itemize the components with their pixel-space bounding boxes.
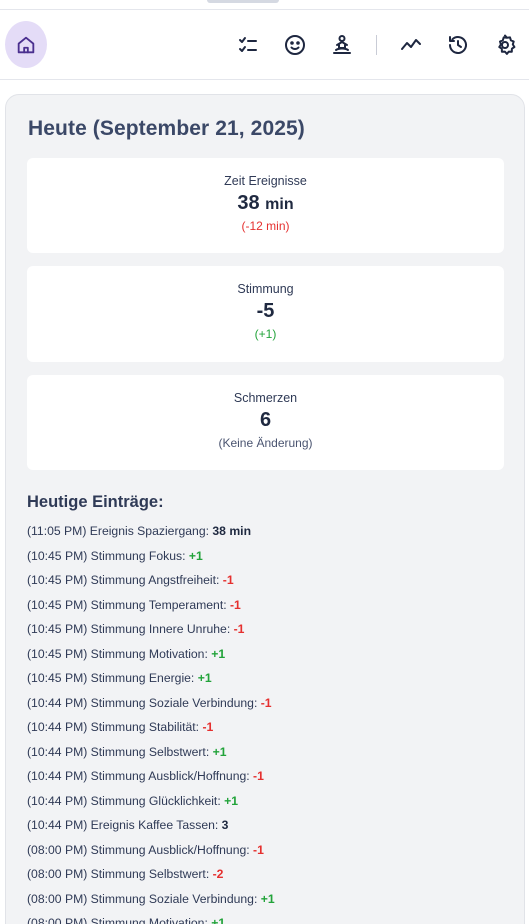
entry-text: (11:05 PM) Ereignis Spaziergang: [27, 524, 210, 538]
list-item: (10:45 PM) Stimmung Fokus: +1 [27, 548, 497, 573]
entry-text: (08:00 PM) Stimmung Motivation: [27, 916, 208, 924]
today-panel: Heute (September 21, 2025) Zeit Ereignis… [5, 94, 525, 924]
entry-value: 3 [221, 818, 229, 832]
list-item: (10:44 PM) Ereignis Kaffee Tassen: 3 [27, 817, 497, 842]
list-item: (08:00 PM) Stimmung Selbstwert: -2 [27, 866, 497, 891]
entry-value: -1 [233, 622, 245, 636]
smiley-icon [285, 35, 305, 55]
history-icon [449, 36, 467, 54]
card-value: 6 [259, 409, 272, 431]
entries-title: Heutige Einträge: [27, 493, 164, 511]
entry-value: -1 [260, 695, 272, 710]
entry-value: +1 [197, 671, 212, 685]
page-title: Heute (September 21, 2025) [28, 117, 305, 140]
entry-text: (08:00 PM) Stimmung Soziale Verbindung: [27, 891, 258, 906]
checklist-button[interactable] [233, 30, 263, 60]
list-item: (10:44 PM) Stimmung Selbstwert: +1 [27, 744, 497, 769]
list-item: (10:44 PM) Stimmung Soziale Verbindung: … [27, 695, 497, 720]
list-item: (10:45 PM) Stimmung Energie: +1 [27, 670, 497, 695]
list-item: (08:00 PM) Stimmung Ausblick/Hoffnung: -… [27, 842, 497, 867]
entry-value: +1 [188, 548, 203, 563]
list-item: (08:00 PM) Stimmung Motivation: +1 [27, 915, 497, 924]
events-value: 38 [237, 192, 260, 214]
entries-list: (11:05 PM) Ereignis Spaziergang: 38 min(… [27, 523, 497, 924]
card-label: Zeit Ereignisse [224, 174, 307, 188]
entry-value: -1 [222, 573, 234, 587]
entry-value: -1 [253, 769, 264, 783]
list-item: (10:45 PM) Stimmung Angstfreiheit: -1 [27, 572, 497, 597]
meditation-button[interactable] [327, 30, 357, 60]
entry-text: (10:45 PM) Stimmung Motivation: [27, 646, 208, 661]
toolbar-separator [376, 35, 377, 55]
list-item: (10:45 PM) Stimmung Temperament: -1 [27, 597, 497, 622]
entry-text: (08:00 PM) Stimmung Selbstwert: [27, 867, 210, 881]
gear-icon [498, 34, 516, 55]
entry-value: -1 [229, 597, 241, 612]
entry-value: +1 [260, 891, 275, 906]
entry-value: +1 [212, 744, 227, 759]
trend-button[interactable] [396, 30, 426, 60]
mood-button[interactable] [280, 30, 310, 60]
settings-button[interactable] [490, 30, 520, 60]
mood-card: Stimmung -5 (+1) [27, 266, 504, 362]
card-delta: (-12 min) [241, 219, 290, 233]
meditation-icon [333, 35, 351, 54]
events-unit: min [265, 196, 294, 213]
list-item: (10:45 PM) Stimmung Motivation: +1 [27, 646, 497, 671]
entry-text: (10:44 PM) Ereignis Kaffee Tassen: [27, 818, 219, 832]
entry-value: +1 [211, 916, 226, 924]
trend-icon [401, 39, 421, 50]
top-tab-strip [0, 0, 529, 10]
home-button[interactable] [5, 21, 47, 68]
entry-text: (08:00 PM) Stimmung Ausblick/Hoffnung: [27, 842, 250, 857]
entry-value: +1 [211, 646, 226, 661]
card-value: -5 [256, 300, 275, 322]
home-icon [17, 36, 35, 53]
list-item: (10:44 PM) Stimmung Ausblick/Hoffnung: -… [27, 768, 497, 793]
list-item: (08:00 PM) Stimmung Soziale Verbindung: … [27, 891, 497, 916]
card-delta: (+1) [254, 327, 277, 341]
entry-value: +1 [224, 793, 239, 808]
entry-text: (10:44 PM) Stimmung Glücklichkeit: [27, 793, 221, 808]
entry-text: (10:44 PM) Stimmung Soziale Verbindung: [27, 695, 258, 710]
entry-text: (10:45 PM) Stimmung Temperament: [27, 597, 227, 612]
entry-text: (10:45 PM) Stimmung Fokus: [27, 548, 186, 563]
toolbar [0, 10, 529, 80]
entry-text: (10:44 PM) Stimmung Selbstwert: [27, 744, 210, 759]
list-item: (10:44 PM) Stimmung Glücklichkeit: +1 [27, 793, 497, 818]
entry-value: -1 [202, 720, 214, 734]
entry-text: (10:45 PM) Stimmung Energie: [27, 671, 195, 685]
entry-text: (10:44 PM) Stimmung Stabilität: [27, 720, 200, 734]
entry-value: -1 [253, 842, 264, 857]
entry-value: -2 [212, 867, 224, 881]
active-tab-indicator[interactable] [207, 0, 279, 3]
list-item: (11:05 PM) Ereignis Spaziergang: 38 min [27, 523, 497, 548]
entry-text: (10:44 PM) Stimmung Ausblick/Hoffnung: [27, 769, 250, 783]
entry-text: (10:45 PM) Stimmung Innere Unruhe: [27, 622, 231, 636]
card-label: Stimmung [237, 282, 294, 296]
entry-value: 38 min [212, 524, 252, 538]
card-label: Schmerzen [233, 391, 298, 405]
entry-text: (10:45 PM) Stimmung Angstfreiheit: [27, 573, 220, 587]
checklist-icon [239, 37, 257, 52]
list-item: (10:44 PM) Stimmung Stabilität: -1 [27, 719, 497, 744]
card-delta: (Keine Änderung) [218, 436, 313, 450]
pain-card: Schmerzen 6 (Keine Änderung) [27, 375, 504, 470]
events-time-card: Zeit Ereignisse 38 min (-12 min) [27, 158, 504, 253]
history-button[interactable] [443, 30, 473, 60]
list-item: (10:45 PM) Stimmung Innere Unruhe: -1 [27, 621, 497, 646]
card-value: 38 min [27, 192, 504, 215]
